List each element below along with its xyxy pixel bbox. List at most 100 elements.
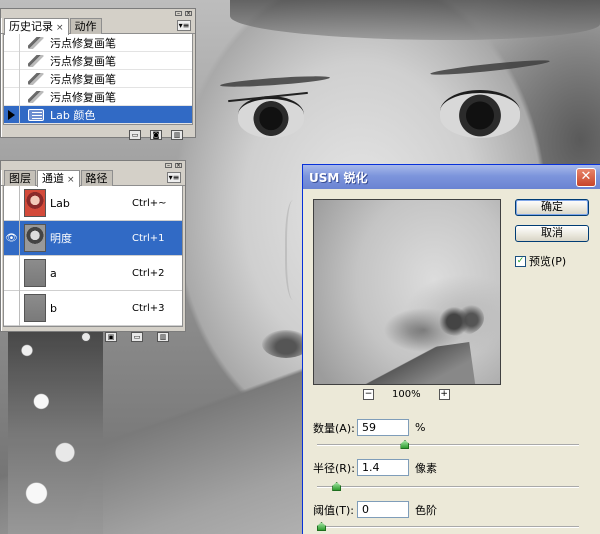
amount-label: 数量(A): [313, 421, 355, 435]
history-item-label: 污点修复画笔 [50, 36, 116, 50]
channel-name: Lab [50, 196, 70, 210]
history-item[interactable]: 污点修复画笔 [4, 69, 192, 88]
history-item-selected[interactable]: Lab 颜色 [4, 105, 192, 124]
left-eyebrow [219, 74, 331, 89]
cancel-button[interactable]: 取消 [515, 225, 589, 242]
preview-option[interactable]: ✓ 预览(P) [515, 253, 566, 269]
channel-thumbnail [24, 224, 46, 252]
minimize-icon[interactable]: – [175, 11, 182, 17]
load-selection-icon[interactable] [81, 332, 91, 342]
channel-thumbnail [24, 294, 46, 322]
channel-name: 明度 [50, 232, 72, 245]
channel-row-lightness[interactable]: 👁 明度 Ctrl+1 [4, 220, 182, 256]
channel-shortcut: Ctrl+~ [132, 197, 167, 209]
history-source-checkbox[interactable] [4, 33, 20, 52]
right-eyebrow [429, 57, 551, 78]
zoom-out-icon[interactable]: − [363, 389, 374, 400]
preview-shadow [350, 341, 478, 384]
channel-row-a[interactable]: a Ctrl+2 [4, 255, 182, 291]
palette-grip[interactable]: – × [1, 161, 185, 170]
new-document-icon[interactable]: ▭ [129, 130, 141, 140]
close-icon[interactable]: ✕ [576, 167, 596, 187]
channels-palette: – × 图层 通道 × 路径 ▾≡ Lab Ctrl+~ 👁 明度 Ctrl+1 … [0, 160, 186, 342]
close-palette-icon[interactable]: × [175, 163, 182, 169]
amount-row: 数量(A): 59 % [313, 419, 425, 436]
jewelry-decoration [8, 330, 103, 534]
history-item-label: Lab 颜色 [50, 108, 96, 122]
preview-nose [434, 300, 484, 336]
palette-menu-icon[interactable]: ▾≡ [177, 20, 191, 31]
history-list: 污点修复画笔 污点修复画笔 污点修复画笔 污点修复画笔 Lab 颜色 [3, 33, 193, 125]
zoom-in-icon[interactable]: + [438, 389, 450, 400]
radius-row: 半径(R): 1.4 像素 [313, 459, 437, 476]
zoom-level: 100% [392, 389, 421, 400]
dialog-titlebar[interactable]: USM 锐化 ✕ [303, 165, 600, 189]
tab-layers[interactable]: 图层 [4, 170, 36, 186]
right-eye [440, 90, 520, 138]
threshold-label: 阈值(T): [313, 503, 355, 517]
visibility-toggle[interactable] [4, 255, 20, 291]
tab-channels[interactable]: 通道 × [37, 170, 80, 187]
amount-unit: % [415, 421, 426, 434]
preview-label: 预览(P) [529, 255, 567, 268]
channel-row-lab[interactable]: Lab Ctrl+~ [4, 185, 182, 221]
channel-shortcut: Ctrl+1 [132, 232, 165, 244]
history-tabs: 历史记录 × 动作 ▾≡ [1, 18, 195, 35]
amount-slider-thumb[interactable] [400, 440, 410, 449]
document-mode-icon [28, 108, 44, 121]
radius-slider[interactable] [317, 482, 579, 491]
unsharp-mask-dialog: USM 锐化 ✕ − 100% + 确定 取消 ✓ 预览(P) 数量(A): 5… [302, 164, 600, 534]
tab-paths[interactable]: 路径 [80, 170, 113, 186]
trash-icon[interactable]: ▥ [171, 130, 183, 140]
threshold-slider[interactable] [317, 522, 579, 531]
history-footer: ▭ ◙ ▥ [1, 125, 195, 145]
eye-icon[interactable]: 👁 [4, 220, 20, 256]
threshold-unit: 色阶 [415, 503, 437, 517]
channel-name: a [50, 266, 57, 280]
palette-grip[interactable]: – × [1, 9, 195, 18]
slider-track [317, 526, 579, 528]
amount-slider[interactable] [317, 440, 579, 449]
close-palette-icon[interactable]: × [185, 11, 192, 17]
threshold-slider-thumb[interactable] [317, 522, 326, 531]
channel-shortcut: Ctrl+2 [132, 267, 165, 279]
visibility-toggle[interactable] [4, 290, 20, 326]
slider-track [317, 486, 579, 488]
tab-actions[interactable]: 动作 [69, 18, 102, 34]
ok-button[interactable]: 确定 [515, 199, 589, 216]
trash-icon[interactable]: ▥ [157, 332, 169, 342]
radius-slider-thumb[interactable] [332, 482, 342, 491]
minimize-icon[interactable]: – [165, 163, 172, 169]
new-channel-icon[interactable]: ▭ [131, 332, 143, 342]
channels-tabs: 图层 通道 × 路径 ▾≡ [1, 170, 185, 187]
tab-close-icon[interactable]: × [56, 23, 64, 33]
amount-input[interactable]: 59 [357, 419, 409, 436]
left-eye [238, 96, 304, 138]
radius-input[interactable]: 1.4 [357, 459, 409, 476]
channel-thumbnail [24, 189, 46, 217]
history-item[interactable]: 污点修复画笔 [4, 87, 192, 106]
threshold-input[interactable]: 0 [357, 501, 409, 518]
history-item[interactable]: 污点修复画笔 [4, 33, 192, 52]
history-source-checkbox[interactable] [4, 69, 20, 88]
filter-preview[interactable] [313, 199, 501, 385]
history-item[interactable]: 污点修复画笔 [4, 51, 192, 70]
radius-unit: 像素 [415, 461, 437, 475]
channel-row-b[interactable]: b Ctrl+3 [4, 290, 182, 326]
preview-checkbox[interactable]: ✓ [515, 255, 526, 267]
history-item-label: 污点修复画笔 [50, 90, 116, 104]
palette-menu-icon[interactable]: ▾≡ [167, 172, 181, 183]
radius-label: 半径(R): [313, 461, 355, 475]
history-item-label: 污点修复画笔 [50, 54, 116, 68]
history-source-checkbox[interactable] [4, 87, 20, 106]
tab-history[interactable]: 历史记录 × [4, 18, 69, 35]
visibility-toggle[interactable] [4, 185, 20, 221]
channels-footer: ▣ ▭ ▥ [1, 327, 185, 347]
history-state-arrow-icon[interactable] [4, 105, 20, 124]
healing-brush-icon [28, 90, 44, 103]
history-source-checkbox[interactable] [4, 51, 20, 70]
tab-close-icon[interactable]: × [67, 175, 75, 185]
snapshot-camera-icon[interactable]: ◙ [150, 130, 162, 140]
channel-thumbnail [24, 259, 46, 287]
save-selection-icon[interactable]: ▣ [105, 332, 117, 342]
